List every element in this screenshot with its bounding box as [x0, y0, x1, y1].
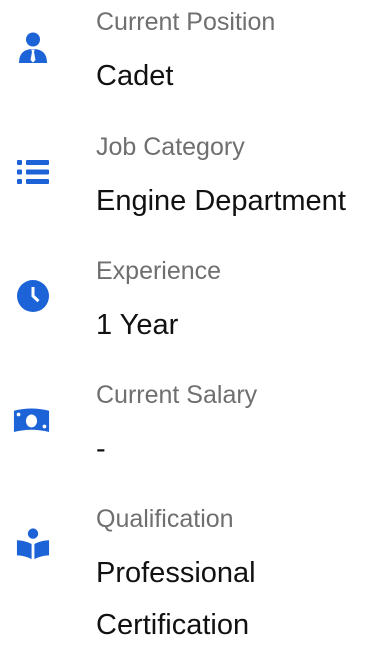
money-bill-icon [13, 403, 50, 437]
detail-job-category: Job Category Engine Department [0, 125, 390, 235]
detail-label: Experience [96, 257, 222, 285]
detail-label: Qualification [96, 505, 234, 533]
detail-value: 1 Year [96, 309, 179, 341]
detail-current-position: Current Position Cadet [0, 0, 390, 110]
detail-value-line-2: Certification [96, 609, 250, 641]
user-tie-icon [16, 30, 50, 64]
clock-icon [16, 279, 50, 313]
list-icon [16, 155, 50, 189]
detail-experience: Experience 1 Year [0, 249, 390, 359]
detail-value: Cadet [96, 60, 174, 92]
detail-value: - [96, 433, 106, 465]
detail-current-salary: Current Salary - [0, 373, 390, 483]
detail-label: Current Salary [96, 381, 258, 409]
detail-value-line-1: Professional [96, 557, 256, 589]
detail-value: Engine Department [96, 185, 346, 217]
detail-label: Current Position [96, 8, 276, 36]
detail-label: Job Category [96, 133, 245, 161]
book-reader-icon [16, 527, 50, 561]
detail-qualification: Qualification Professional Certification [0, 497, 390, 643]
